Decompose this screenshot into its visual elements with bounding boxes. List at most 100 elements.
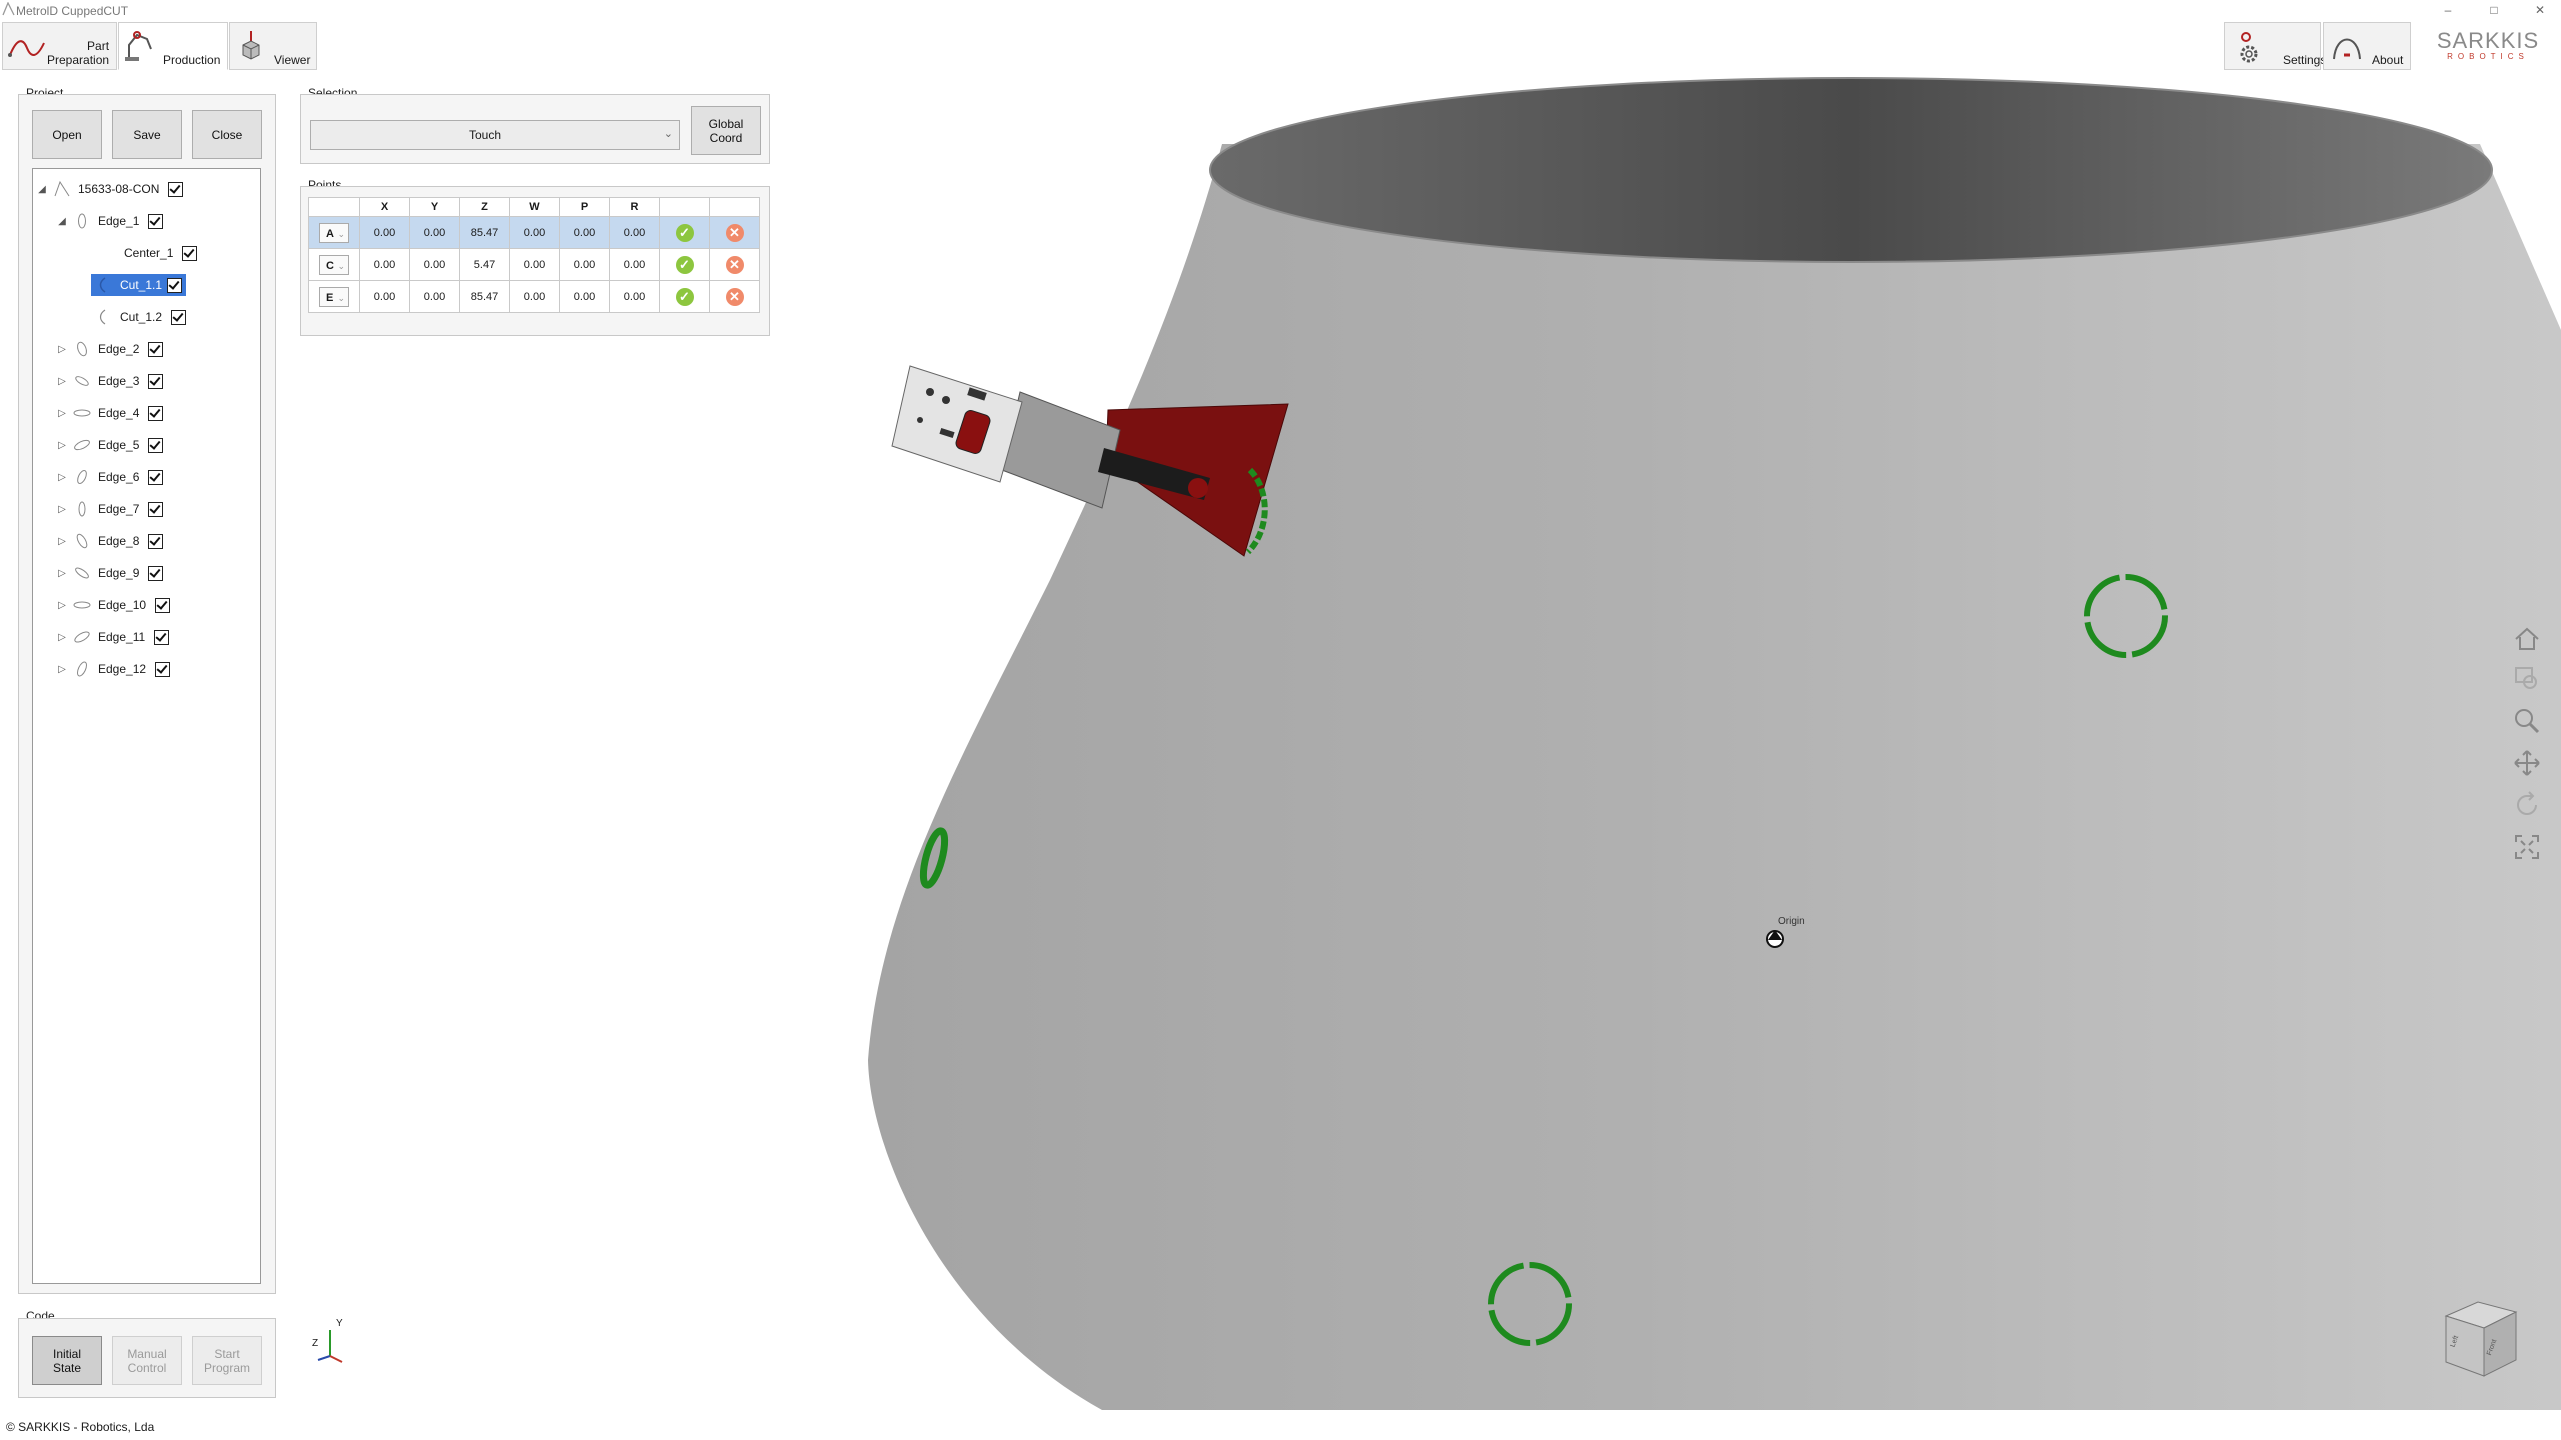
tree-item-edge[interactable]: ▷ Edge_10 (55, 594, 171, 616)
expand-arrow-icon[interactable]: ▷ (55, 600, 69, 611)
tree-checkbox-edge[interactable] (148, 341, 164, 357)
tree-checkbox-edge[interactable] (148, 565, 164, 581)
expand-arrow-icon[interactable]: ▷ (55, 568, 69, 579)
cell-y[interactable]: 0.00 (409, 248, 460, 281)
save-button[interactable]: Save (112, 110, 182, 159)
selection-mode-select[interactable]: Touch ⌄ (310, 120, 680, 150)
row-label-select[interactable]: E ⌄ (319, 286, 349, 307)
tree-root[interactable]: ◢ 15633-08-CON (35, 178, 184, 200)
tree-checkbox-cut-1-2[interactable] (171, 309, 187, 325)
expand-arrow-icon[interactable]: ▷ (55, 504, 69, 515)
manual-control-button[interactable]: Manual Control (112, 1336, 182, 1385)
tree-item-edge[interactable]: ▷ Edge_4 (55, 402, 164, 424)
cell-p[interactable]: 0.00 (559, 248, 610, 281)
tree-item-edge[interactable]: ▷ Edge_2 (55, 338, 164, 360)
cell-r[interactable]: 0.00 (609, 216, 660, 249)
project-tree[interactable]: ◢ 15633-08-CON ◢ Edge_1 Center_1 Cut_1.1… (32, 168, 261, 1284)
check-icon[interactable]: ✓ (675, 223, 694, 242)
tree-checkbox-edge[interactable] (148, 437, 164, 453)
tree-checkbox-edge[interactable] (148, 501, 164, 517)
expand-arrow-icon[interactable]: ▷ (55, 376, 69, 387)
delete-icon[interactable]: ✕ (725, 287, 744, 306)
zoom-window-icon[interactable] (2512, 664, 2542, 694)
open-button[interactable]: Open (32, 110, 102, 159)
cell-p[interactable]: 0.00 (559, 280, 610, 313)
tree-checkbox-cut-1-1[interactable] (167, 277, 183, 293)
tab-part-preparation[interactable]: Part Preparation (2, 22, 117, 70)
tree-item-edge[interactable]: ▷ Edge_9 (55, 562, 164, 584)
row-label-cell[interactable]: E ⌄ (308, 280, 360, 313)
cell-z[interactable]: 5.47 (459, 248, 510, 281)
tab-production[interactable]: Production (118, 22, 228, 70)
expand-arrow-icon[interactable]: ▷ (55, 440, 69, 451)
global-coord-button[interactable]: Global Coord (691, 106, 761, 155)
row-label-cell[interactable]: A ⌄ (308, 216, 360, 249)
table-row[interactable]: C ⌄ 0.00 0.00 5.47 0.00 0.00 0.00 ✓ ✕ (308, 248, 760, 281)
tree-item-cut-1-1[interactable]: Cut_1.1 (91, 274, 187, 296)
row-label-select[interactable]: C ⌄ (319, 254, 349, 275)
tree-item-edge[interactable]: ▷ Edge_7 (55, 498, 164, 520)
initial-state-button[interactable]: Initial State (32, 1336, 102, 1385)
tree-checkbox-edge[interactable] (148, 405, 164, 421)
cell-x[interactable]: 0.00 (359, 216, 410, 249)
fit-icon[interactable] (2512, 832, 2542, 862)
collapse-arrow-icon[interactable]: ◢ (35, 184, 49, 195)
tab-viewer[interactable]: Viewer (229, 22, 317, 70)
table-row[interactable]: E ⌄ 0.00 0.00 85.47 0.00 0.00 0.00 ✓ ✕ (308, 280, 760, 313)
cell-w[interactable]: 0.00 (509, 280, 560, 313)
table-row[interactable]: A ⌄ 0.00 0.00 85.47 0.00 0.00 0.00 ✓ ✕ (308, 216, 760, 249)
settings-button[interactable]: Settings (2224, 22, 2326, 70)
start-program-button[interactable]: Start Program (192, 1336, 262, 1385)
expand-arrow-icon[interactable]: ▷ (55, 664, 69, 675)
tree-checkbox-edge[interactable] (155, 597, 171, 613)
cell-w[interactable]: 0.00 (509, 248, 560, 281)
tree-item-edge[interactable]: ▷ Edge_8 (55, 530, 164, 552)
cut-ring[interactable] (919, 827, 949, 889)
cell-x[interactable]: 0.00 (359, 280, 410, 313)
about-button[interactable]: About (2323, 22, 2411, 70)
expand-arrow-icon[interactable]: ▷ (55, 472, 69, 483)
tree-checkbox-edge[interactable] (154, 629, 170, 645)
tree-checkbox-center-1[interactable] (182, 245, 198, 261)
cell-z[interactable]: 85.47 (459, 216, 510, 249)
expand-arrow-icon[interactable]: ▷ (55, 632, 69, 643)
expand-arrow-icon[interactable]: ▷ (55, 408, 69, 419)
delete-icon[interactable]: ✕ (725, 223, 744, 242)
tree-item-edge[interactable]: ▷ Edge_11 (55, 626, 170, 648)
close-window-button[interactable]: ✕ (2517, 0, 2561, 22)
cut-ring[interactable] (2084, 574, 2168, 658)
tree-item-edge[interactable]: ▷ Edge_6 (55, 466, 164, 488)
tree-item-center-1[interactable]: Center_1 (121, 242, 198, 264)
collapse-arrow-icon[interactable]: ◢ (55, 216, 69, 227)
minimize-button[interactable]: – (2425, 0, 2471, 22)
tree-checkbox-root[interactable] (168, 181, 184, 197)
cell-w[interactable]: 0.00 (509, 216, 560, 249)
check-icon[interactable]: ✓ (675, 255, 694, 274)
row-label-cell[interactable]: C ⌄ (308, 248, 360, 281)
tree-checkbox-edge[interactable] (148, 469, 164, 485)
cell-y[interactable]: 0.00 (409, 280, 460, 313)
tree-checkbox-edge-1[interactable] (148, 213, 164, 229)
home-icon[interactable] (2512, 624, 2542, 654)
expand-arrow-icon[interactable]: ▷ (55, 344, 69, 355)
tree-item-edge[interactable]: ▷ Edge_5 (55, 434, 164, 456)
tree-item-edge[interactable]: ▷ Edge_12 (55, 658, 171, 680)
maximize-button[interactable]: □ (2471, 0, 2517, 22)
delete-icon[interactable]: ✕ (725, 255, 744, 274)
tree-item-cut-1-2[interactable]: Cut_1.2 (91, 306, 187, 328)
row-label-select[interactable]: A ⌄ (319, 222, 349, 243)
tree-checkbox-edge[interactable] (148, 373, 164, 389)
cell-r[interactable]: 0.00 (609, 280, 660, 313)
tree-checkbox-edge[interactable] (155, 661, 171, 677)
expand-arrow-icon[interactable]: ▷ (55, 536, 69, 547)
cut-ring[interactable] (1245, 467, 1268, 555)
cell-x[interactable]: 0.00 (359, 248, 410, 281)
cell-p[interactable]: 0.00 (559, 216, 610, 249)
zoom-icon[interactable] (2512, 706, 2542, 736)
cell-z[interactable]: 85.47 (459, 280, 510, 313)
check-icon[interactable]: ✓ (675, 287, 694, 306)
cell-y[interactable]: 0.00 (409, 216, 460, 249)
cut-ring[interactable] (1488, 1262, 1572, 1346)
cell-r[interactable]: 0.00 (609, 248, 660, 281)
tree-item-edge-1[interactable]: ◢ Edge_1 (55, 210, 164, 232)
